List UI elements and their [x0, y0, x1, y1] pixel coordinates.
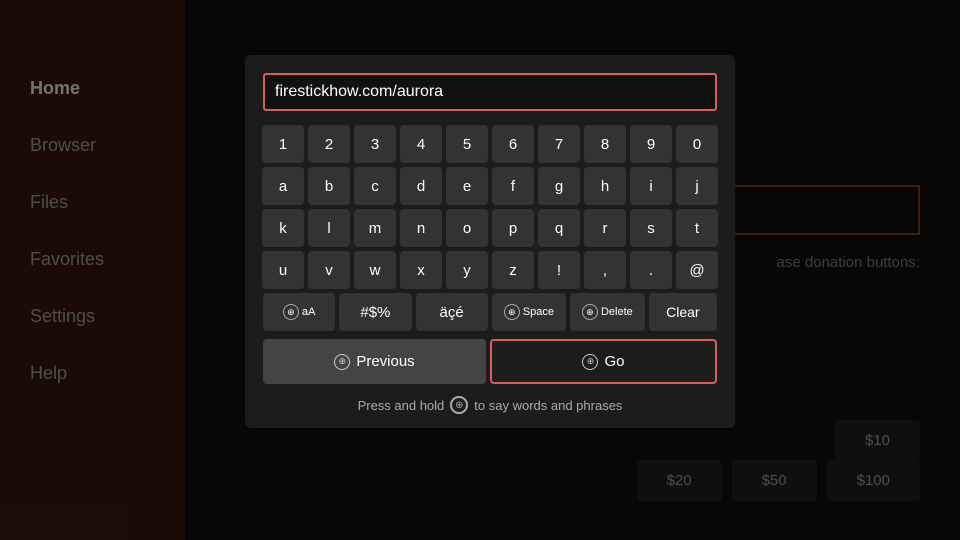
key-space[interactable]: ⊕ Space	[492, 293, 566, 331]
key-i[interactable]: i	[630, 167, 672, 205]
voice-hint: Press and hold ⊕ to say words and phrase…	[263, 396, 717, 414]
key-z[interactable]: z	[492, 251, 534, 289]
keyboard-grid: 1 2 3 4 5 6 7 8 9 0 a b c d e f g h i j …	[263, 125, 717, 384]
key-7[interactable]: 7	[538, 125, 580, 163]
key-accent[interactable]: äçé	[416, 293, 488, 331]
key-r[interactable]: r	[584, 209, 626, 247]
key-x[interactable]: x	[400, 251, 442, 289]
key-period[interactable]: .	[630, 251, 672, 289]
key-d[interactable]: d	[400, 167, 442, 205]
key-symbols[interactable]: #$%	[339, 293, 411, 331]
key-2[interactable]: 2	[308, 125, 350, 163]
key-at[interactable]: @	[676, 251, 718, 289]
key-comma[interactable]: ,	[584, 251, 626, 289]
key-l[interactable]: l	[308, 209, 350, 247]
key-j[interactable]: j	[676, 167, 718, 205]
key-n[interactable]: n	[400, 209, 442, 247]
key-q[interactable]: q	[538, 209, 580, 247]
key-s[interactable]: s	[630, 209, 672, 247]
key-o[interactable]: o	[446, 209, 488, 247]
key-y[interactable]: y	[446, 251, 488, 289]
key-4[interactable]: 4	[400, 125, 442, 163]
number-row: 1 2 3 4 5 6 7 8 9 0	[263, 125, 717, 163]
key-e[interactable]: e	[446, 167, 488, 205]
bottom-nav-row: ⊕ Previous ⊕ Go	[263, 339, 717, 384]
key-0[interactable]: 0	[676, 125, 718, 163]
key-w[interactable]: w	[354, 251, 396, 289]
key-3[interactable]: 3	[354, 125, 396, 163]
key-a[interactable]: a	[262, 167, 304, 205]
key-m[interactable]: m	[354, 209, 396, 247]
key-f[interactable]: f	[492, 167, 534, 205]
key-k[interactable]: k	[262, 209, 304, 247]
letter-row-3: u v w x y z ! , . @	[263, 251, 717, 289]
keyboard-dialog: 1 2 3 4 5 6 7 8 9 0 a b c d e f g h i j …	[245, 55, 735, 428]
voice-icon: ⊕	[450, 396, 468, 414]
delete-icon: ⊕	[582, 304, 598, 320]
key-b[interactable]: b	[308, 167, 350, 205]
key-v[interactable]: v	[308, 251, 350, 289]
key-5[interactable]: 5	[446, 125, 488, 163]
key-6[interactable]: 6	[492, 125, 534, 163]
key-exclaim[interactable]: !	[538, 251, 580, 289]
letter-row-1: a b c d e f g h i j	[263, 167, 717, 205]
key-9[interactable]: 9	[630, 125, 672, 163]
url-input[interactable]	[263, 73, 717, 111]
key-g[interactable]: g	[538, 167, 580, 205]
key-h[interactable]: h	[584, 167, 626, 205]
key-delete[interactable]: ⊕ Delete	[570, 293, 645, 331]
key-clear[interactable]: Clear	[649, 293, 717, 331]
key-u[interactable]: u	[262, 251, 304, 289]
go-icon: ⊕	[582, 354, 598, 370]
key-t[interactable]: t	[676, 209, 718, 247]
key-8[interactable]: 8	[584, 125, 626, 163]
go-button[interactable]: ⊕ Go	[490, 339, 717, 384]
key-c[interactable]: c	[354, 167, 396, 205]
special-row: ⊕ aA #$% äçé ⊕ Space ⊕ Delete	[263, 293, 717, 331]
key-p[interactable]: p	[492, 209, 534, 247]
key-1[interactable]: 1	[262, 125, 304, 163]
key-caps[interactable]: ⊕ aA	[263, 293, 335, 331]
previous-icon: ⊕	[334, 354, 350, 370]
letter-row-2: k l m n o p q r s t	[263, 209, 717, 247]
url-input-row	[263, 73, 717, 111]
space-icon: ⊕	[504, 304, 520, 320]
caps-icon: ⊕	[283, 304, 299, 320]
previous-button[interactable]: ⊕ Previous	[263, 339, 486, 384]
